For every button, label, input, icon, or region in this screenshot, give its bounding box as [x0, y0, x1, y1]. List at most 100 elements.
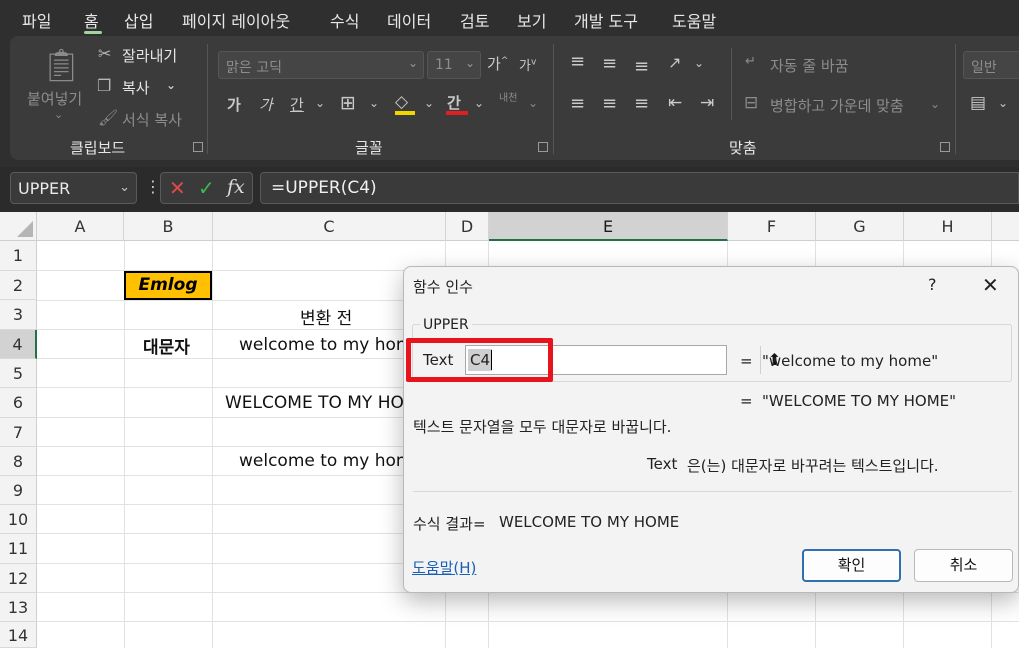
enter-icon[interactable]: ✓: [198, 176, 215, 200]
increase-font-size-icon[interactable]: 가^: [487, 53, 508, 74]
chevron-down-icon[interactable]: ⌄: [119, 180, 130, 195]
fill-color-icon[interactable]: ◇: [395, 92, 408, 112]
copy-button-label[interactable]: 복사: [122, 77, 150, 98]
row-header-11[interactable]: 11: [0, 534, 37, 564]
number-format-combo[interactable]: 일반: [963, 51, 1019, 79]
paste-dropdown-icon[interactable]: ⌄: [54, 108, 63, 121]
row-header-9[interactable]: 9: [0, 476, 37, 505]
row-header-1[interactable]: 1: [0, 241, 37, 271]
borders-icon[interactable]: ⊞: [340, 92, 356, 114]
underline-button[interactable]: 간: [290, 94, 304, 115]
menu-page-layout[interactable]: 페이지 레이아웃: [182, 8, 290, 32]
font-color-button[interactable]: 간: [447, 92, 461, 113]
cell-c4[interactable]: welcome to my home: [239, 335, 423, 355]
row-header-5[interactable]: 5: [0, 359, 37, 388]
accounting-dropdown-icon[interactable]: ⌄: [998, 96, 1008, 110]
menu-file[interactable]: 파일: [22, 8, 51, 32]
merge-dropdown-icon[interactable]: ⌄: [930, 97, 940, 111]
column-header-h[interactable]: H: [904, 212, 992, 241]
format-painter-icon[interactable]: 🖌︎: [98, 108, 118, 127]
column-header-c[interactable]: C: [213, 212, 446, 241]
phonetic-dropdown-icon[interactable]: ⌄: [528, 96, 538, 110]
decrease-indent-icon[interactable]: ⇤: [668, 93, 682, 113]
paste-button-label[interactable]: 붙여넣기: [27, 88, 82, 109]
row-header-4[interactable]: 4: [0, 330, 37, 359]
column-header-i[interactable]: [992, 212, 1019, 241]
copy-icon[interactable]: ❐: [97, 76, 111, 95]
fill-color-dropdown-icon[interactable]: ⌄: [424, 96, 434, 110]
decrease-font-size-icon[interactable]: 가v: [519, 55, 536, 74]
row-header-7[interactable]: 7: [0, 418, 37, 447]
font-launcher-icon[interactable]: [538, 142, 548, 152]
row-header-8[interactable]: 8: [0, 447, 37, 476]
row-header-3[interactable]: 3: [0, 300, 37, 330]
cell-c6[interactable]: WELCOME TO MY HOME: [225, 393, 429, 413]
align-center-icon[interactable]: ≡: [602, 93, 617, 114]
formula-input[interactable]: =UPPER(C4): [260, 172, 1019, 204]
help-link[interactable]: 도움말(H): [412, 557, 476, 578]
row-header-14[interactable]: 14: [0, 622, 37, 648]
select-all-corner[interactable]: [0, 212, 37, 241]
align-bottom-icon[interactable]: ≡: [634, 56, 649, 77]
scissors-icon[interactable]: ✂: [98, 44, 111, 63]
clipboard-launcher-icon[interactable]: [193, 142, 203, 152]
column-header-g[interactable]: G: [816, 212, 904, 241]
menu-insert[interactable]: 삽입: [124, 8, 153, 32]
font-size-combo[interactable]: 11 ⌄: [427, 51, 481, 79]
align-middle-icon[interactable]: ≡: [602, 53, 617, 74]
wrap-text-button[interactable]: 자동 줄 바꿈: [770, 55, 849, 76]
format-painter-label[interactable]: 서식 복사: [122, 109, 182, 130]
merge-center-icon[interactable]: ⊟: [744, 93, 758, 113]
borders-dropdown-icon[interactable]: ⌄: [369, 96, 379, 110]
orientation-dropdown-icon[interactable]: ⌄: [694, 56, 704, 70]
row-header-12[interactable]: 12: [0, 564, 37, 593]
menu-developer[interactable]: 개발 도구: [574, 8, 638, 32]
menu-formulas[interactable]: 수식: [330, 8, 359, 32]
bold-button[interactable]: 가: [227, 94, 241, 115]
more-options-icon[interactable]: ⋮: [145, 177, 161, 196]
row-header-13[interactable]: 13: [0, 593, 37, 622]
ok-button[interactable]: 확인: [802, 549, 901, 582]
cut-button-label[interactable]: 잘라내기: [122, 45, 177, 66]
cell-b4[interactable]: 대문자: [143, 333, 190, 358]
insert-function-icon[interactable]: fx: [227, 176, 245, 198]
italic-button[interactable]: 가: [259, 94, 273, 115]
menu-view[interactable]: 보기: [517, 8, 546, 32]
align-top-icon[interactable]: ≡: [570, 51, 585, 72]
wrap-text-icon[interactable]: ↵: [745, 54, 756, 69]
phonetic-button[interactable]: 내천: [499, 93, 519, 104]
copy-dropdown-icon[interactable]: ⌄: [166, 78, 176, 92]
accounting-format-icon[interactable]: ▤: [970, 93, 986, 113]
paste-icon[interactable]: 📋︎: [41, 46, 82, 84]
increase-indent-icon[interactable]: ⇥: [700, 93, 714, 113]
row-header-2[interactable]: 2: [0, 271, 37, 300]
orientation-icon[interactable]: ↗: [668, 53, 681, 72]
menu-home[interactable]: 홈: [84, 8, 99, 32]
alignment-launcher-icon[interactable]: [940, 142, 950, 152]
menu-review[interactable]: 검토: [460, 8, 489, 32]
align-left-icon[interactable]: ≡: [570, 93, 585, 114]
column-header-b[interactable]: B: [124, 212, 213, 241]
underline-dropdown-icon[interactable]: ⌄: [315, 96, 325, 110]
close-icon[interactable]: ✕: [982, 273, 999, 297]
align-right-icon[interactable]: ≡: [634, 93, 649, 114]
cancel-icon[interactable]: ✕: [169, 176, 186, 200]
merge-center-button[interactable]: 병합하고 가운데 맞춤: [770, 95, 904, 116]
help-button[interactable]: ?: [928, 275, 937, 294]
menu-help[interactable]: 도움말: [672, 8, 716, 32]
cell-c8[interactable]: welcome to my home: [239, 451, 423, 471]
font-color-dropdown-icon[interactable]: ⌄: [474, 96, 484, 110]
column-header-a[interactable]: A: [37, 212, 124, 241]
function-description: 텍스트 문자열을 모두 대문자로 바꿉니다.: [413, 418, 672, 436]
name-box[interactable]: UPPER ⌄: [10, 172, 137, 204]
font-name-combo[interactable]: 맑은 고딕 ⌄: [218, 51, 424, 79]
cancel-button[interactable]: 취소: [914, 549, 1013, 582]
column-header-d[interactable]: D: [446, 212, 489, 241]
row-header-6[interactable]: 6: [0, 388, 37, 418]
column-header-e[interactable]: E: [489, 212, 728, 241]
row-header-10[interactable]: 10: [0, 505, 37, 534]
menu-data[interactable]: 데이터: [387, 8, 431, 32]
cell-b2[interactable]: Emlog: [124, 271, 212, 300]
column-header-f[interactable]: F: [728, 212, 816, 241]
cell-c3[interactable]: 변환 전: [300, 304, 352, 329]
